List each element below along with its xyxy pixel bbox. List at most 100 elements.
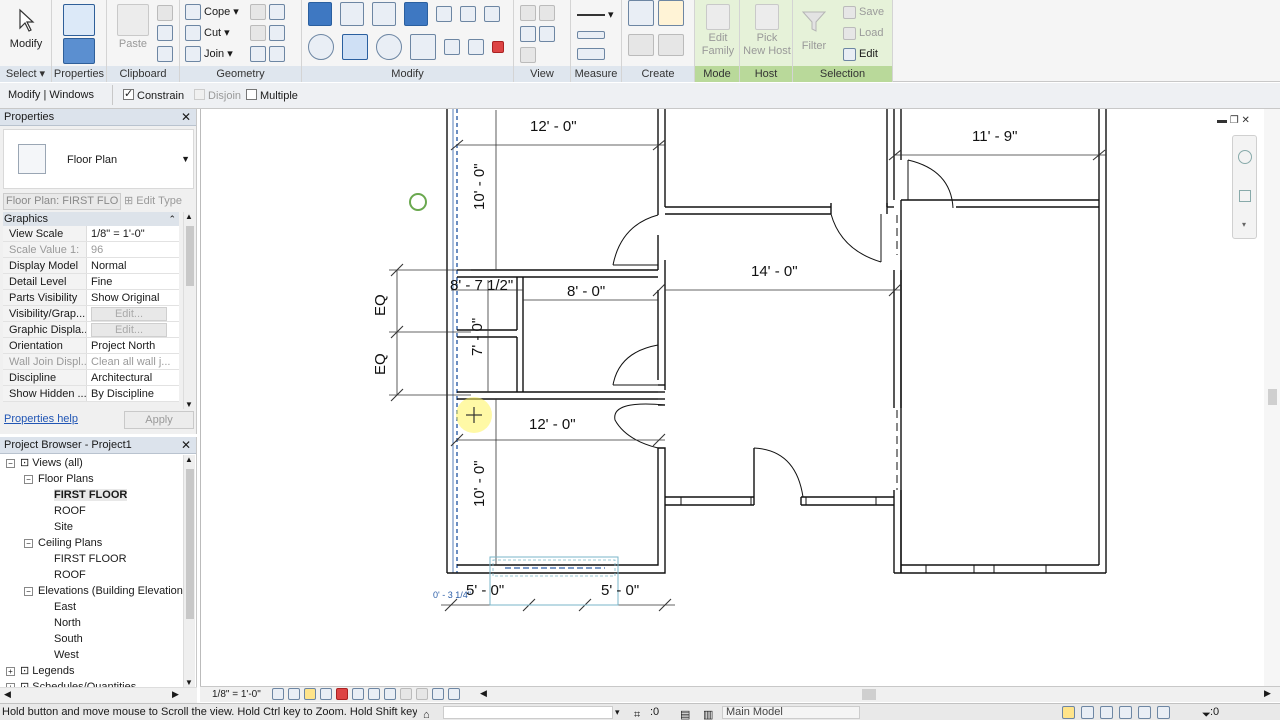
property-edit-button[interactable]: Edit... bbox=[91, 323, 167, 337]
drag-on-selection-icon[interactable] bbox=[1138, 706, 1151, 719]
nav-dropdown-icon[interactable]: ▾ bbox=[1242, 220, 1246, 229]
dim-text-3[interactable]: 10' - 0" bbox=[471, 163, 488, 210]
property-row[interactable]: Wall Join Displ... Clean all wall j... bbox=[3, 354, 179, 370]
viewbar-scroll-right-icon[interactable]: ▶ bbox=[1264, 688, 1271, 699]
cut-clip-button[interactable] bbox=[157, 4, 173, 22]
dim-text-eq-2[interactable]: EQ bbox=[372, 353, 389, 375]
property-row[interactable]: Discipline Architectural bbox=[3, 370, 179, 386]
property-row[interactable]: Parts Visibility Show Original bbox=[3, 290, 179, 306]
geometry-tools-row3[interactable] bbox=[250, 45, 285, 63]
canvas-hscroll-thumb[interactable] bbox=[862, 689, 876, 700]
modify-tools-row2[interactable] bbox=[308, 34, 504, 60]
sun-path-icon[interactable] bbox=[304, 688, 316, 700]
properties-toggle-button[interactable] bbox=[61, 38, 97, 66]
select-dropdown[interactable]: Select ▾ bbox=[0, 66, 51, 82]
crop-view-icon[interactable] bbox=[336, 688, 348, 700]
dim-text-4[interactable]: 14' - 0" bbox=[751, 263, 798, 280]
browser-scroll-thumb[interactable] bbox=[186, 469, 194, 619]
browser-tree-item[interactable]: − ⊡ Views (all) bbox=[0, 455, 182, 471]
dim-text-6[interactable]: 8' - 0" bbox=[567, 283, 605, 300]
reveal-hidden-icon[interactable] bbox=[384, 688, 396, 700]
temp-view-props-icon[interactable] bbox=[400, 688, 412, 700]
type-properties-button[interactable] bbox=[61, 4, 97, 38]
join-button[interactable]: Join ▾ bbox=[185, 45, 233, 63]
browser-tree-item[interactable]: ROOF bbox=[0, 567, 182, 583]
select-by-face-icon[interactable] bbox=[1119, 706, 1132, 719]
geometry-tools-row2[interactable] bbox=[250, 24, 285, 42]
instance-selector[interactable]: Floor Plan: FIRST FLO bbox=[3, 193, 121, 210]
view-scale-button[interactable]: 1/8" = 1'-0" bbox=[212, 689, 261, 700]
dimension-button[interactable] bbox=[577, 26, 605, 44]
load-selection-button[interactable]: Load bbox=[843, 24, 883, 42]
browser-tree-item[interactable]: South bbox=[0, 631, 182, 647]
browser-tree-item[interactable]: − Floor Plans bbox=[0, 471, 182, 487]
property-value[interactable]: 1/8" = 1'-0" bbox=[87, 226, 179, 241]
browser-tree-item[interactable]: Site bbox=[0, 519, 182, 535]
dim-text-9[interactable]: 10' - 0" bbox=[471, 460, 488, 507]
edit-selection-button[interactable]: Edit bbox=[843, 45, 878, 63]
dim-text-8[interactable]: 12' - 0" bbox=[529, 416, 576, 433]
collapse-toggle-icon[interactable]: − bbox=[6, 459, 15, 468]
select-pinned-icon[interactable] bbox=[1100, 706, 1113, 719]
steering-wheel-icon[interactable] bbox=[1238, 150, 1252, 164]
temp-hide-icon[interactable] bbox=[368, 688, 380, 700]
reveal-constraints-icon[interactable] bbox=[448, 688, 460, 700]
property-row[interactable]: Scale Value 1: 96 bbox=[3, 242, 179, 258]
properties-scrollbar[interactable]: ▲ ▼ bbox=[183, 212, 195, 409]
browser-tree-item[interactable]: East bbox=[0, 599, 182, 615]
create-tools-row2[interactable] bbox=[628, 34, 684, 56]
select-underlay-icon[interactable] bbox=[1081, 706, 1094, 719]
browser-scrollbar[interactable]: ▲ ▼ bbox=[183, 455, 195, 687]
editable-only-icon[interactable]: ⌗ bbox=[634, 707, 640, 724]
worksharing-icon[interactable] bbox=[416, 688, 428, 700]
design-option-field[interactable]: Main Model bbox=[722, 706, 860, 719]
property-row[interactable]: Display Model Normal bbox=[3, 258, 179, 274]
cut-geometry-button[interactable]: Cut ▾ bbox=[185, 24, 230, 42]
copy-clip-button[interactable] bbox=[157, 24, 173, 42]
modify-tools-row1[interactable] bbox=[308, 2, 500, 26]
property-edit-button[interactable]: Edit... bbox=[91, 307, 167, 321]
property-value[interactable]: By Discipline bbox=[87, 386, 179, 401]
detail-level-icon[interactable] bbox=[272, 688, 284, 700]
browser-tree-item[interactable]: North bbox=[0, 615, 182, 631]
edit-type-button[interactable]: ⊞ Edit Type bbox=[124, 193, 182, 210]
match-properties-button[interactable] bbox=[157, 45, 173, 63]
dim-text-2[interactable]: 11' - 9" bbox=[972, 128, 1017, 145]
save-selection-button[interactable]: Save bbox=[843, 3, 884, 21]
drawing-canvas[interactable]: 12' - 0" 11' - 9" 10' - 0" 14' - 0" 8' -… bbox=[200, 109, 1280, 687]
property-value[interactable]: Normal bbox=[87, 258, 179, 273]
dim-text-eq-1[interactable]: EQ bbox=[372, 294, 389, 316]
highlight-displacement-icon[interactable] bbox=[432, 688, 444, 700]
expand-toggle-icon[interactable]: + bbox=[6, 667, 15, 676]
property-value[interactable]: Clean all wall j... bbox=[87, 354, 179, 369]
pick-new-host-button[interactable]: Pick New Host bbox=[742, 4, 792, 58]
exclude-options-icon[interactable]: ▥ bbox=[703, 707, 713, 724]
browser-tree-item[interactable]: FIRST FLOOR bbox=[0, 551, 182, 567]
dim-text-7[interactable]: 7' - 0" bbox=[469, 318, 486, 356]
canvas-vscroll-thumb[interactable] bbox=[1268, 389, 1277, 405]
modify-button[interactable]: Modify bbox=[6, 6, 46, 50]
collapse-toggle-icon[interactable]: − bbox=[24, 587, 33, 596]
property-row[interactable]: Show Hidden ... By Discipline bbox=[3, 386, 179, 402]
cope-button[interactable]: Cope ▾ bbox=[185, 3, 239, 21]
property-value[interactable]: Edit... bbox=[87, 306, 179, 321]
property-value[interactable]: Project North bbox=[87, 338, 179, 353]
view-tools-row1[interactable] bbox=[520, 4, 555, 22]
browser-tree-item[interactable]: West bbox=[0, 647, 182, 663]
browser-hscroll[interactable]: ◀ ▶ bbox=[0, 687, 197, 703]
viewport-minimize-icon[interactable]: ▬ bbox=[1217, 115, 1227, 126]
edit-family-button[interactable]: Edit Family bbox=[699, 4, 737, 58]
browser-tree-item[interactable]: + ⊡ Legends bbox=[0, 663, 182, 679]
measure-between-button[interactable]: ▾ bbox=[577, 6, 614, 24]
dim-text-11[interactable]: 5' - 0" bbox=[601, 582, 639, 599]
property-row[interactable]: Orientation Project North bbox=[3, 338, 179, 354]
select-links-icon[interactable] bbox=[1062, 706, 1075, 719]
background-process-icon[interactable] bbox=[1157, 706, 1170, 719]
property-value[interactable]: Fine bbox=[87, 274, 179, 289]
worksets-icon[interactable]: ⌂ bbox=[423, 707, 430, 724]
viewbar-scroll-left-icon[interactable]: ◀ bbox=[480, 688, 487, 699]
design-options-icon[interactable]: ▤ bbox=[680, 707, 690, 724]
viewport-restore-icon[interactable]: ❐ bbox=[1230, 115, 1239, 126]
property-value[interactable]: Edit... bbox=[87, 322, 179, 337]
browser-tree-item[interactable]: ROOF bbox=[0, 503, 182, 519]
